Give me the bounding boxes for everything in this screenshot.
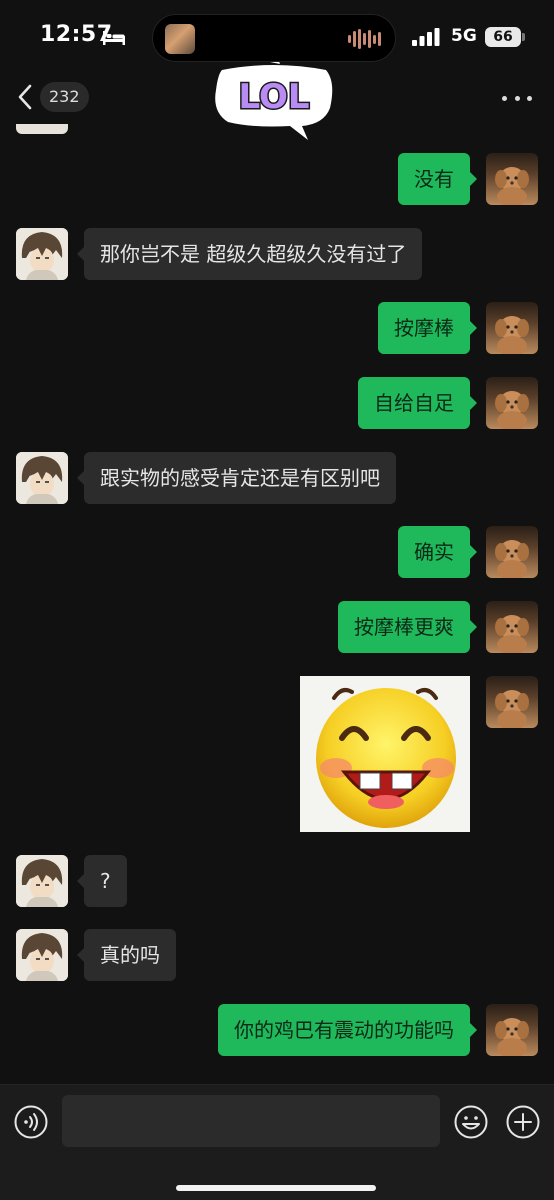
unread-count-badge: 232 (40, 82, 89, 112)
message-bubble[interactable]: 确实 (398, 526, 477, 578)
status-time: 12:57 (40, 22, 113, 47)
anime-boy-avatar-image (16, 452, 68, 504)
now-playing-thumbnail (165, 24, 195, 54)
battery-icon: 66 (485, 27, 521, 47)
dog-avatar-image (495, 391, 529, 429)
dog-avatar-image (495, 1018, 529, 1056)
message-incoming: ? (0, 855, 554, 909)
message-incoming: 跟实物的感受肯定还是有区别吧 (0, 452, 554, 506)
voice-icon[interactable] (14, 1105, 48, 1139)
message-bubble[interactable]: 真的吗 (77, 929, 176, 981)
message-bubble[interactable]: 那你岂不是 超级久超级久没有过了 (76, 228, 423, 280)
message-bubble[interactable]: 没有 (398, 153, 477, 205)
contact-avatar[interactable] (16, 228, 68, 280)
emoji-icon[interactable] (454, 1105, 488, 1139)
message-list[interactable]: 没有 那你岂不是 超级久超级久没有过了 按摩棒 自给自足 跟实物的感受肯定还是有… (0, 124, 554, 1084)
message-bubble[interactable]: 按摩棒更爽 (338, 601, 477, 653)
contact-avatar[interactable] (16, 452, 68, 504)
message-input[interactable] (62, 1095, 440, 1147)
back-button[interactable]: 232 (14, 82, 89, 112)
message-bubble[interactable]: 跟实物的感受肯定还是有区别吧 (77, 452, 396, 504)
message-outgoing: 你的鸡巴有震动的功能吗 (0, 1004, 554, 1058)
message-incoming: 真的吗 (0, 929, 554, 983)
network-label: 5G (451, 26, 477, 46)
my-avatar[interactable] (486, 302, 538, 354)
my-avatar[interactable] (486, 526, 538, 578)
message-bubble[interactable]: 你的鸡巴有震动的功能吗 (218, 1004, 477, 1056)
input-bar (0, 1084, 554, 1200)
more-dots-icon[interactable] (502, 86, 532, 110)
message-bubble[interactable]: 自给自足 (358, 377, 477, 429)
plus-icon[interactable] (506, 1105, 540, 1139)
message-outgoing: 自给自足 (0, 377, 554, 431)
contact-avatar[interactable] (16, 929, 68, 981)
anime-boy-avatar-image (16, 855, 68, 907)
lol-text: LOL (238, 77, 309, 117)
contact-avatar[interactable] (16, 124, 68, 134)
grinning-emoji-face (316, 688, 456, 828)
dog-avatar-image (495, 540, 529, 578)
message-outgoing-sticker (0, 676, 554, 832)
dog-avatar-image (495, 690, 529, 728)
anime-boy-avatar-image (16, 929, 68, 981)
message-bubble[interactable]: 按摩棒 (378, 302, 477, 354)
my-avatar[interactable] (486, 676, 538, 728)
anime-boy-avatar-image (16, 228, 68, 280)
message-outgoing: 没有 (0, 153, 554, 207)
battery-level: 66 (493, 29, 513, 45)
dog-avatar-image (495, 316, 529, 354)
contact-avatar[interactable] (16, 855, 68, 907)
my-avatar[interactable] (486, 153, 538, 205)
grinning-emoji-sticker[interactable] (300, 676, 470, 832)
my-avatar[interactable] (486, 601, 538, 653)
my-avatar[interactable] (486, 377, 538, 429)
dynamic-island[interactable] (152, 14, 396, 62)
lol-sticker: LOL (215, 62, 333, 140)
home-indicator[interactable] (176, 1185, 376, 1191)
dog-avatar-image (495, 615, 529, 653)
battery-tip (522, 33, 525, 41)
audio-waveform-icon (348, 29, 381, 49)
message-outgoing: 按摩棒更爽 (0, 601, 554, 655)
message-bubble[interactable]: ? (77, 855, 127, 907)
chevron-left-icon (18, 84, 32, 110)
signal-icon (412, 28, 440, 46)
my-avatar[interactable] (486, 1004, 538, 1056)
message-outgoing: 确实 (0, 526, 554, 580)
message-incoming: 那你岂不是 超级久超级久没有过了 (0, 228, 554, 282)
bed-icon (103, 31, 125, 45)
message-outgoing: 按摩棒 (0, 302, 554, 356)
dog-avatar-image (495, 167, 529, 205)
